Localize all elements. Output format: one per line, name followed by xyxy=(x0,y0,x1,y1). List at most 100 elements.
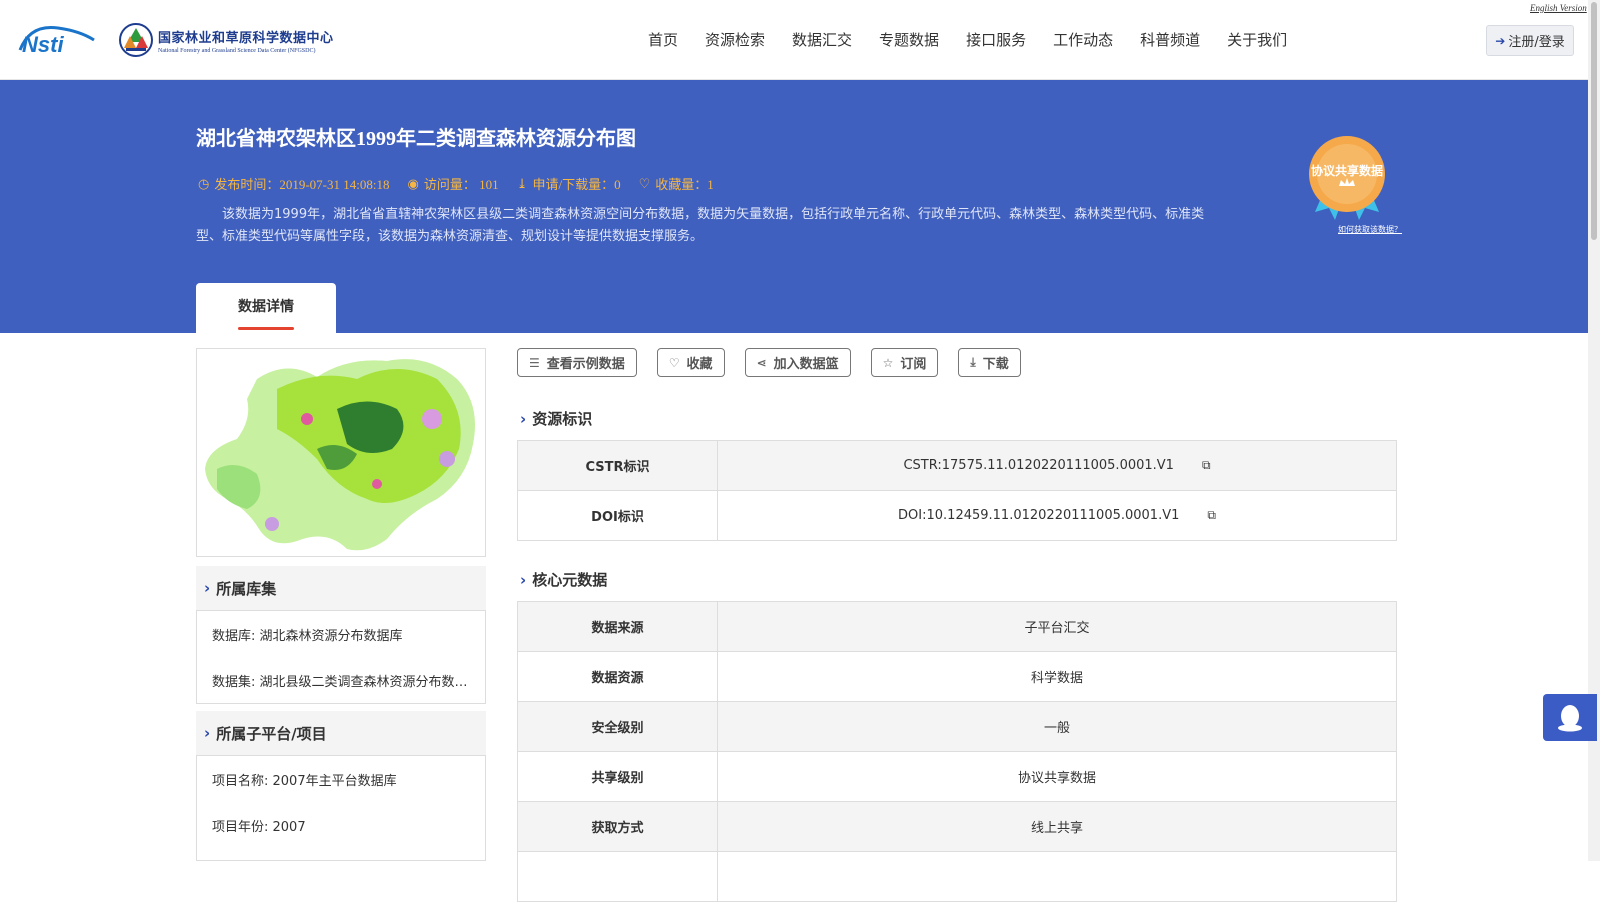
action-toolbar: ☰ 查看示例数据 ♡ 收藏 ⋖ 加入数据篮 ☆ 订阅 ⤓ 下载 xyxy=(517,348,1041,377)
identifiers-section-header: › 资源标识 xyxy=(520,408,592,429)
table-row: 数据资源 科学数据 xyxy=(517,651,1397,702)
core-metadata-table: 数据来源 子平台汇交 数据资源 科学数据 安全级别 一般 共享级别 协议共享数据… xyxy=(517,601,1397,902)
table-key: CSTR标识 xyxy=(517,440,718,491)
core-metadata-section-header: › 核心元数据 xyxy=(520,569,607,590)
platform-section-title: 所属子平台/项目 xyxy=(216,724,327,743)
table-row: 共享级别 协议共享数据 xyxy=(517,751,1397,802)
tab-data-details[interactable]: 数据详情 xyxy=(196,283,336,333)
nav-item-topic-data[interactable]: 专题数据 xyxy=(879,29,939,50)
visit-count: 访问量： 101 xyxy=(423,177,499,192)
table-value: 线上共享 xyxy=(717,801,1397,852)
table-key: 数据来源 xyxy=(517,601,718,652)
table-row: 数据来源 子平台汇交 xyxy=(517,601,1397,652)
scrollbar-thumb[interactable] xyxy=(1591,2,1597,240)
nav-item-science[interactable]: 科普频道 xyxy=(1140,29,1200,50)
table-value xyxy=(717,851,1397,902)
table-row: DOI标识 DOI:10.12459.11.0120220111005.0001… xyxy=(517,490,1397,541)
table-row: 安全级别 一般 xyxy=(517,701,1397,752)
chevron-right-icon: › xyxy=(520,570,527,589)
cstr-value: CSTR:17575.11.0120220111005.0001.V1 xyxy=(903,458,1174,473)
english-version-link[interactable]: English Version xyxy=(1530,3,1587,13)
copy-icon[interactable]: ⧉ xyxy=(1202,458,1211,473)
chevron-right-icon: › xyxy=(520,409,527,428)
download-count: 申请/下载量：0 xyxy=(532,177,621,192)
publish-time: 发布时间：2019-07-31 14:08:18 xyxy=(214,177,390,192)
nav-item-data-submission[interactable]: 数据汇交 xyxy=(792,29,852,50)
dataset-meta: ◷ 发布时间：2019-07-31 14:08:18 ◉ 访问量： 101 ⤓ 申请/… xyxy=(198,174,732,193)
download-icon: ⤓ xyxy=(516,175,528,191)
eye-icon: ◉ xyxy=(407,175,419,191)
nav-item-api-service[interactable]: 接口服务 xyxy=(966,29,1026,50)
download-icon: ⤓ xyxy=(970,355,976,369)
nfgsdc-emblem-icon xyxy=(119,23,153,57)
add-to-basket-label: 加入数据篮 xyxy=(773,357,839,372)
core-metadata-section-title: 核心元数据 xyxy=(532,571,608,589)
login-label: 注册/登录 xyxy=(1508,35,1565,50)
table-value: 一般 xyxy=(717,701,1397,752)
chevron-right-icon: › xyxy=(204,724,211,742)
chevron-right-icon: › xyxy=(204,579,211,597)
nsti-logo[interactable]: Nsti xyxy=(18,22,98,57)
add-to-basket-button[interactable]: ⋖ 加入数据篮 xyxy=(744,348,851,377)
favorite-label: 收藏 xyxy=(686,357,713,372)
table-key xyxy=(517,851,718,902)
dataset-link[interactable]: 数据集: 湖北县级二类调查森林资源分布数… xyxy=(197,657,485,703)
share-level-badge: 协议共享数据 xyxy=(1305,134,1390,220)
logo-cn-title: 国家林业和草原科学数据中心 xyxy=(158,30,334,46)
download-button[interactable]: ⤓ 下载 xyxy=(958,348,1021,377)
table-key: 数据资源 xyxy=(517,651,718,702)
table-key: 共享级别 xyxy=(517,751,718,802)
table-key: 获取方式 xyxy=(517,801,718,852)
project-year: 项目年份: 2007 xyxy=(212,819,306,835)
penguin-icon xyxy=(1558,704,1582,731)
share-icon: ⋖ xyxy=(756,355,767,370)
table-key: DOI标识 xyxy=(517,490,718,541)
sign-in-icon: ➔ xyxy=(1495,33,1506,48)
heart-icon: ♡ xyxy=(638,175,651,191)
database-link[interactable]: 数据库: 湖北森林资源分布数据库 xyxy=(197,611,485,657)
table-value: 科学数据 xyxy=(717,651,1397,702)
database-icon: ☰ xyxy=(529,355,540,370)
dataset-thumbnail[interactable] xyxy=(196,348,486,557)
dataset-title: 湖北省神农架林区1999年二类调查森林资源分布图 xyxy=(196,128,636,150)
table-value: 协议共享数据 xyxy=(717,751,1397,802)
how-to-get-data-link[interactable]: 如何获取该数据？ xyxy=(1338,224,1402,235)
table-value: CSTR:17575.11.0120220111005.0001.V1 ⧉ xyxy=(717,440,1397,491)
top-header: Nsti 国家林业和草原科学数据中心 National Forestry and… xyxy=(0,0,1600,80)
nav-item-news[interactable]: 工作动态 xyxy=(1053,29,1113,50)
copy-icon[interactable]: ⧉ xyxy=(1207,508,1216,523)
login-button[interactable]: ➔ 注册/登录 xyxy=(1486,25,1574,56)
collection-section-title: 所属库集 xyxy=(216,579,277,598)
collection-section-header: › 所属库集 xyxy=(196,566,486,610)
nfgsdc-logo[interactable]: 国家林业和草原科学数据中心 National Forestry and Gras… xyxy=(118,22,334,58)
table-key: 安全级别 xyxy=(517,701,718,752)
subscribe-label: 订阅 xyxy=(900,357,927,372)
heart-icon: ♡ xyxy=(668,355,680,370)
tab-label: 数据详情 xyxy=(238,299,294,315)
tab-active-indicator xyxy=(238,327,294,330)
star-icon: ☆ xyxy=(882,355,894,370)
collection-section-body: 数据库: 湖北森林资源分布数据库 数据集: 湖北县级二类调查森林资源分布数… xyxy=(196,610,486,704)
nav-item-home[interactable]: 首页 xyxy=(648,29,678,50)
dataset-description: 该数据为1999年，湖北省省直辖神农架林区县级二类调查森林资源空间分布数据，数据… xyxy=(196,207,1205,244)
table-row xyxy=(517,851,1397,902)
svg-text:Nsti: Nsti xyxy=(22,32,64,56)
logo-en-title: National Forestry and Grassland Science … xyxy=(158,47,316,54)
table-row: 获取方式 线上共享 xyxy=(517,801,1397,852)
subscribe-button[interactable]: ☆ 订阅 xyxy=(870,348,939,377)
doi-value: DOI:10.12459.11.0120220111005.0001.V1 xyxy=(898,508,1180,523)
table-value: DOI:10.12459.11.0120220111005.0001.V1 ⧉ xyxy=(717,490,1397,541)
main-nav: 首页 资源检索 数据汇交 专题数据 接口服务 工作动态 科普频道 关于我们 xyxy=(648,29,1314,50)
view-sample-button[interactable]: ☰ 查看示例数据 xyxy=(517,348,637,377)
platform-section-body: 项目名称: 2007年主平台数据库 项目年份: 2007 xyxy=(196,755,486,861)
svg-text:协议共享数据: 协议共享数据 xyxy=(1311,163,1383,178)
download-label: 下载 xyxy=(982,357,1009,372)
identifiers-table: CSTR标识 CSTR:17575.11.0120220111005.0001.… xyxy=(517,440,1397,541)
nav-item-about[interactable]: 关于我们 xyxy=(1227,29,1287,50)
favorite-count: 收藏量：1 xyxy=(655,177,714,192)
table-value: 子平台汇交 xyxy=(717,601,1397,652)
nav-item-resource-search[interactable]: 资源检索 xyxy=(705,29,765,50)
favorite-button[interactable]: ♡ 收藏 xyxy=(656,348,725,377)
customer-service-button[interactable] xyxy=(1543,694,1597,741)
platform-section-header: › 所属子平台/项目 xyxy=(196,711,486,755)
